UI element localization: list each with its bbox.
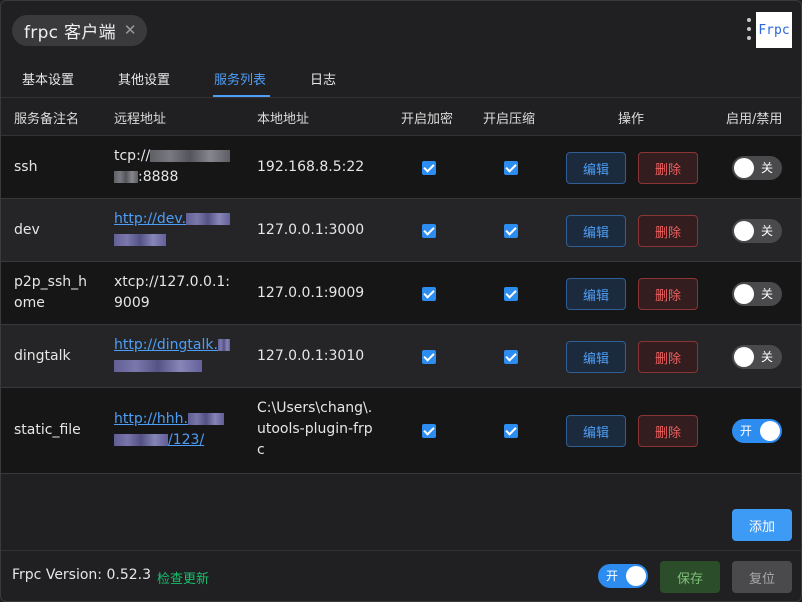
- local-address: 127.0.0.1:9009: [257, 285, 365, 301]
- more-menu-icon[interactable]: [746, 18, 752, 40]
- remote-address-link[interactable]: http://hhh.: [114, 411, 188, 427]
- compress-checkbox[interactable]: [504, 224, 518, 238]
- local-address: C:\Users\chang\.utools-plugin-frpc: [257, 400, 373, 458]
- remote-address: tcp:// :8888: [114, 146, 234, 188]
- save-button[interactable]: 保存: [660, 561, 720, 593]
- table-row: ssh tcp:// :8888 192.168.8.5:22 编辑 删除 关: [1, 136, 801, 199]
- edit-button[interactable]: 编辑: [566, 278, 626, 310]
- encrypt-checkbox[interactable]: [422, 161, 436, 175]
- redacted-blur: [187, 413, 224, 425]
- local-address: 192.168.8.5:22: [257, 159, 365, 175]
- tab-other-settings[interactable]: 其他设置: [118, 69, 170, 88]
- toggle-label: 关: [760, 161, 773, 175]
- toggle-label: 开: [606, 569, 619, 583]
- redacted-blur: [217, 339, 230, 351]
- toggle-label: 关: [760, 350, 773, 364]
- header-enable: 启用/禁用: [726, 112, 783, 127]
- table-row: static_file http://hhh. /123/ C:\Users\c…: [1, 388, 801, 474]
- remote-address: xtcp://127.0.0.1:9009: [114, 274, 231, 311]
- toggle-label: 关: [760, 287, 773, 301]
- header-remote: 远程地址: [114, 112, 167, 127]
- remote-address-suffix[interactable]: /123/: [168, 432, 204, 448]
- local-address: 127.0.0.1:3010: [257, 348, 365, 364]
- header-name: 服务备注名: [14, 112, 80, 127]
- service-name: p2p_ssh_home: [14, 274, 88, 311]
- version-text: Frpc Version: 0.52.3: [12, 567, 152, 583]
- delete-button[interactable]: 删除: [638, 341, 698, 373]
- redacted-blur: [114, 434, 168, 446]
- delete-button[interactable]: 删除: [638, 215, 698, 247]
- toggle-knob: [734, 221, 754, 241]
- table-row: dingtalk http://dingtalk. 127.0.0.1:3010…: [1, 325, 801, 388]
- enable-toggle[interactable]: 关: [732, 282, 782, 306]
- service-name: static_file: [14, 422, 81, 438]
- tab-basic-settings[interactable]: 基本设置: [22, 69, 74, 88]
- header-local: 本地地址: [257, 112, 310, 127]
- compress-checkbox[interactable]: [504, 350, 518, 364]
- window-title: frpc 客户端: [24, 23, 116, 43]
- enable-toggle[interactable]: 关: [732, 156, 782, 180]
- table-header: 服务备注名 远程地址 本地地址 开启加密 开启压缩 操作 启用/禁用: [1, 98, 801, 136]
- redacted-blur: [114, 171, 138, 183]
- close-icon[interactable]: ✕: [124, 23, 137, 38]
- window-title-tag: frpc 客户端 ✕: [12, 15, 147, 46]
- compress-checkbox[interactable]: [504, 161, 518, 175]
- header-encrypt: 开启加密: [401, 112, 454, 127]
- toggle-knob: [734, 347, 754, 367]
- frpc-window: frpc 客户端 ✕ Frpc 基本设置 其他设置 服务列表 日志 服务备注名 …: [0, 0, 802, 602]
- service-name: ssh: [14, 159, 38, 175]
- edit-button[interactable]: 编辑: [566, 341, 626, 373]
- add-service-button[interactable]: 添加: [732, 509, 792, 541]
- run-toggle[interactable]: 开: [598, 564, 648, 588]
- toggle-knob: [734, 158, 754, 178]
- table-row: p2p_ssh_home xtcp://127.0.0.1:9009 127.0…: [1, 262, 801, 325]
- reset-button[interactable]: 复位: [732, 561, 792, 593]
- local-address: 127.0.0.1:3000: [257, 222, 365, 238]
- header-actions: 操作: [618, 112, 645, 127]
- enable-toggle[interactable]: 关: [732, 219, 782, 243]
- remote-address[interactable]: http://hhh. /123/: [114, 409, 234, 451]
- delete-button[interactable]: 删除: [638, 278, 698, 310]
- toggle-knob: [760, 421, 780, 441]
- tab-bar: 基本设置 其他设置 服务列表 日志: [1, 61, 801, 97]
- redacted-blur: [186, 213, 231, 225]
- tab-logs[interactable]: 日志: [310, 69, 336, 88]
- service-name: dingtalk: [14, 348, 71, 364]
- edit-button[interactable]: 编辑: [566, 152, 626, 184]
- remote-address-text: tcp://: [114, 148, 151, 164]
- compress-checkbox[interactable]: [504, 287, 518, 301]
- enable-toggle[interactable]: 关: [732, 345, 782, 369]
- toggle-knob: [734, 284, 754, 304]
- frpc-logo: Frpc: [756, 12, 792, 48]
- check-update-link[interactable]: 检查更新: [157, 568, 209, 587]
- remote-address-link[interactable]: http://dev.: [114, 211, 186, 227]
- toggle-label: 关: [760, 224, 773, 238]
- remote-address[interactable]: http://dev.: [114, 209, 234, 251]
- encrypt-checkbox[interactable]: [422, 350, 436, 364]
- tab-service-list[interactable]: 服务列表: [214, 69, 266, 88]
- compress-checkbox[interactable]: [504, 424, 518, 438]
- encrypt-checkbox[interactable]: [422, 424, 436, 438]
- footer-divider: [1, 550, 801, 551]
- edit-button[interactable]: 编辑: [566, 215, 626, 247]
- toggle-knob: [626, 566, 646, 586]
- encrypt-checkbox[interactable]: [422, 287, 436, 301]
- redacted-blur: [150, 150, 231, 162]
- remote-address[interactable]: http://dingtalk.: [114, 335, 234, 377]
- redacted-blur: [114, 234, 166, 246]
- encrypt-checkbox[interactable]: [422, 224, 436, 238]
- service-name: dev: [14, 222, 40, 238]
- toggle-label: 开: [740, 424, 753, 438]
- delete-button[interactable]: 删除: [638, 152, 698, 184]
- edit-button[interactable]: 编辑: [566, 415, 626, 447]
- header-compress: 开启压缩: [483, 112, 536, 127]
- remote-address-suffix: :8888: [138, 169, 179, 185]
- delete-button[interactable]: 删除: [638, 415, 698, 447]
- remote-address-link[interactable]: http://dingtalk.: [114, 337, 218, 353]
- enable-toggle[interactable]: 开: [732, 419, 782, 443]
- service-table: 服务备注名 远程地址 本地地址 开启加密 开启压缩 操作 启用/禁用 ssh t…: [1, 98, 801, 474]
- table-row: dev http://dev. 127.0.0.1:3000 编辑 删除 关: [1, 199, 801, 262]
- redacted-blur: [114, 360, 202, 372]
